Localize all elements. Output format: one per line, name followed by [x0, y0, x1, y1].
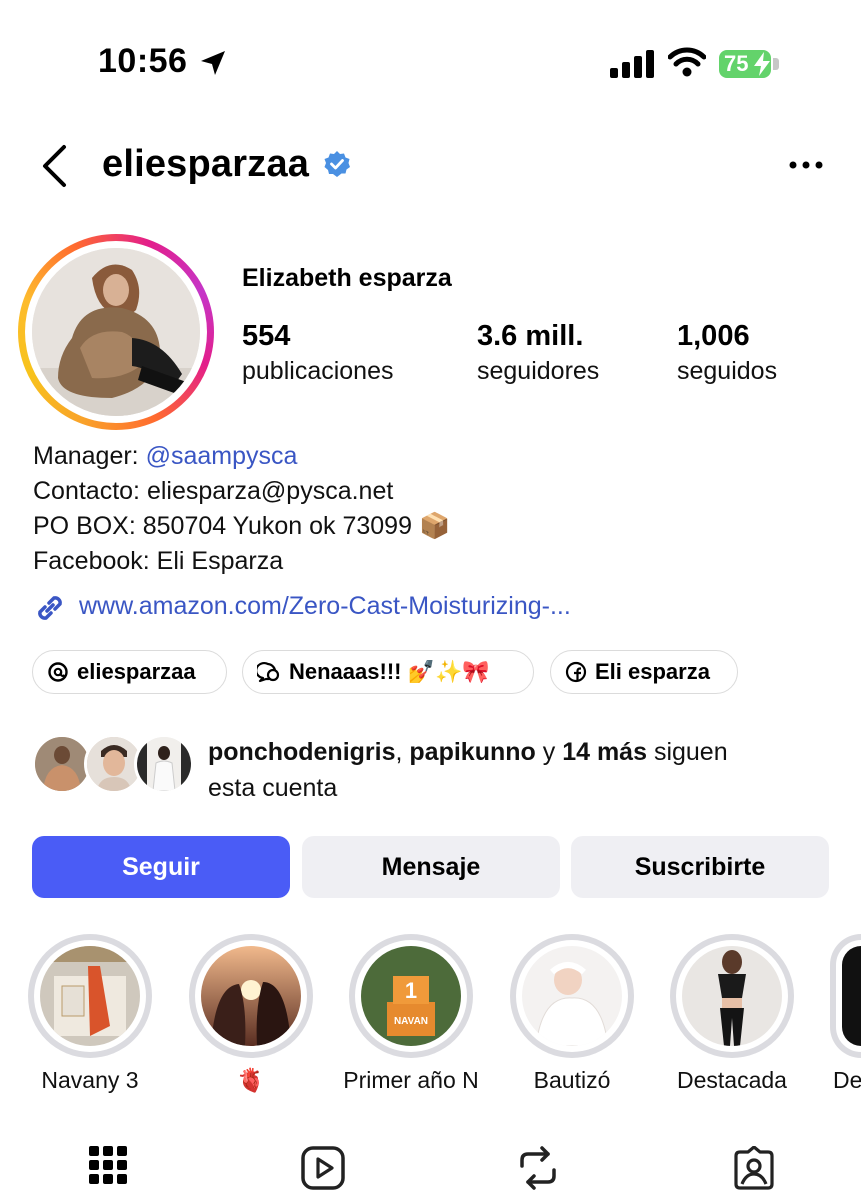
- following-count[interactable]: 1,006: [677, 320, 750, 353]
- grid-posts-tab-icon[interactable]: [89, 1146, 127, 1184]
- highlight-cover[interactable]: 1 NAVAN: [361, 946, 461, 1046]
- following-label[interactable]: seguidos: [677, 357, 777, 386]
- highlight-cover-image: [522, 946, 622, 1046]
- mutual-avatar-image: [87, 737, 141, 791]
- profile-full-name: Elizabeth esparza: [242, 264, 452, 292]
- status-time: 10:56: [98, 42, 188, 80]
- mutual-sep-1: ,: [395, 738, 410, 766]
- subscribe-button[interactable]: Suscribirte: [571, 836, 829, 898]
- mutual-user-1[interactable]: ponchodenigris: [208, 738, 396, 766]
- highlight-cover-image: [201, 946, 301, 1046]
- back-chevron-icon[interactable]: [40, 144, 70, 188]
- bio-manager-line: Manager: @saampysca: [33, 442, 297, 471]
- highlight-label: Destacada: [677, 1067, 787, 1093]
- mutual-followers-text[interactable]: ponchodenigris, papikunno y 14 más sigue…: [208, 734, 808, 806]
- tagged-tab-icon[interactable]: [732, 1146, 776, 1190]
- highlight-cover-image: [40, 946, 140, 1046]
- cellular-signal-icon: [610, 50, 654, 78]
- link-icon[interactable]: [32, 590, 68, 626]
- avatar[interactable]: [32, 248, 200, 416]
- posts-count[interactable]: 554: [242, 320, 290, 353]
- followers-label[interactable]: seguidores: [477, 357, 599, 386]
- threads-chip-label: eliesparzaa: [77, 659, 196, 684]
- facebook-chip-label: Eli esparza: [595, 659, 710, 684]
- message-bubble-icon: [257, 662, 280, 683]
- follow-button[interactable]: Seguir: [32, 836, 290, 898]
- posts-label[interactable]: publicaciones: [242, 357, 394, 386]
- facebook-chip[interactable]: Eli esparza: [550, 650, 738, 694]
- wifi-icon: [668, 47, 706, 77]
- highlight-cover[interactable]: [682, 946, 782, 1046]
- highlight-cover[interactable]: [201, 946, 301, 1046]
- battery-level: 75: [724, 51, 749, 76]
- mutual-more-count: 14 más: [562, 738, 647, 766]
- more-options-icon[interactable]: [788, 160, 824, 170]
- highlight-cover[interactable]: [40, 946, 140, 1046]
- bio-po-box-line: PO BOX: 850704 Yukon ok 73099 📦: [33, 512, 451, 540]
- threads-chip[interactable]: eliesparzaa: [32, 650, 227, 694]
- bio-external-link[interactable]: www.amazon.com/Zero-Cast-Moisturizing-..…: [79, 592, 571, 621]
- mutual-avatar-image: [137, 737, 191, 791]
- highlight-label: 🫀: [236, 1067, 266, 1093]
- mutual-tail-1: siguen: [647, 738, 728, 766]
- mutual-follower-avatar[interactable]: [134, 734, 194, 794]
- highlight-label: Bautizó: [533, 1067, 611, 1093]
- bio-manager-label: Manager:: [33, 442, 146, 470]
- mutual-user-2[interactable]: papikunno: [409, 738, 535, 766]
- location-arrow-icon: [201, 51, 225, 75]
- highlight-label: Navany 3: [41, 1067, 139, 1093]
- highlight-cover[interactable]: [842, 946, 861, 1046]
- threads-icon: [48, 662, 68, 682]
- facebook-icon: [565, 661, 587, 683]
- broadcast-chip-label: Nenaaas!!! 💅✨🎀: [289, 659, 490, 684]
- bio-facebook-line: Facebook: Eli Esparza: [33, 547, 284, 575]
- reposts-tab-icon[interactable]: [518, 1146, 558, 1190]
- bio-contact-line: Contacto: eliesparza@pysca.net: [33, 477, 394, 505]
- battery-nub: [773, 58, 779, 70]
- reels-tab-icon[interactable]: [301, 1146, 345, 1190]
- svg-text:1: 1: [405, 978, 417, 1003]
- verified-badge-icon: [324, 151, 350, 177]
- mutual-sep-2: y: [535, 738, 563, 766]
- manager-mention-link[interactable]: @saampysca: [146, 442, 298, 470]
- highlight-label: De: [833, 1067, 861, 1093]
- svg-text:NAVAN: NAVAN: [394, 1016, 428, 1027]
- followers-count[interactable]: 3.6 mill.: [477, 320, 583, 353]
- avatar-photo-image: [32, 248, 200, 416]
- profile-username: eliesparzaa: [102, 143, 310, 185]
- mutual-follower-avatar[interactable]: [32, 734, 92, 794]
- highlight-cover[interactable]: [522, 946, 622, 1046]
- charging-bolt-icon: [754, 52, 770, 76]
- highlight-label: Primer año N: [343, 1067, 479, 1093]
- highlight-cover-image: [682, 946, 782, 1046]
- broadcast-channel-chip[interactable]: Nenaaas!!! 💅✨🎀: [242, 650, 534, 694]
- highlight-cover-image: 1 NAVAN: [361, 946, 461, 1046]
- message-button[interactable]: Mensaje: [302, 836, 560, 898]
- mutual-tail-2: esta cuenta: [208, 774, 338, 802]
- mutual-avatar-image: [35, 737, 89, 791]
